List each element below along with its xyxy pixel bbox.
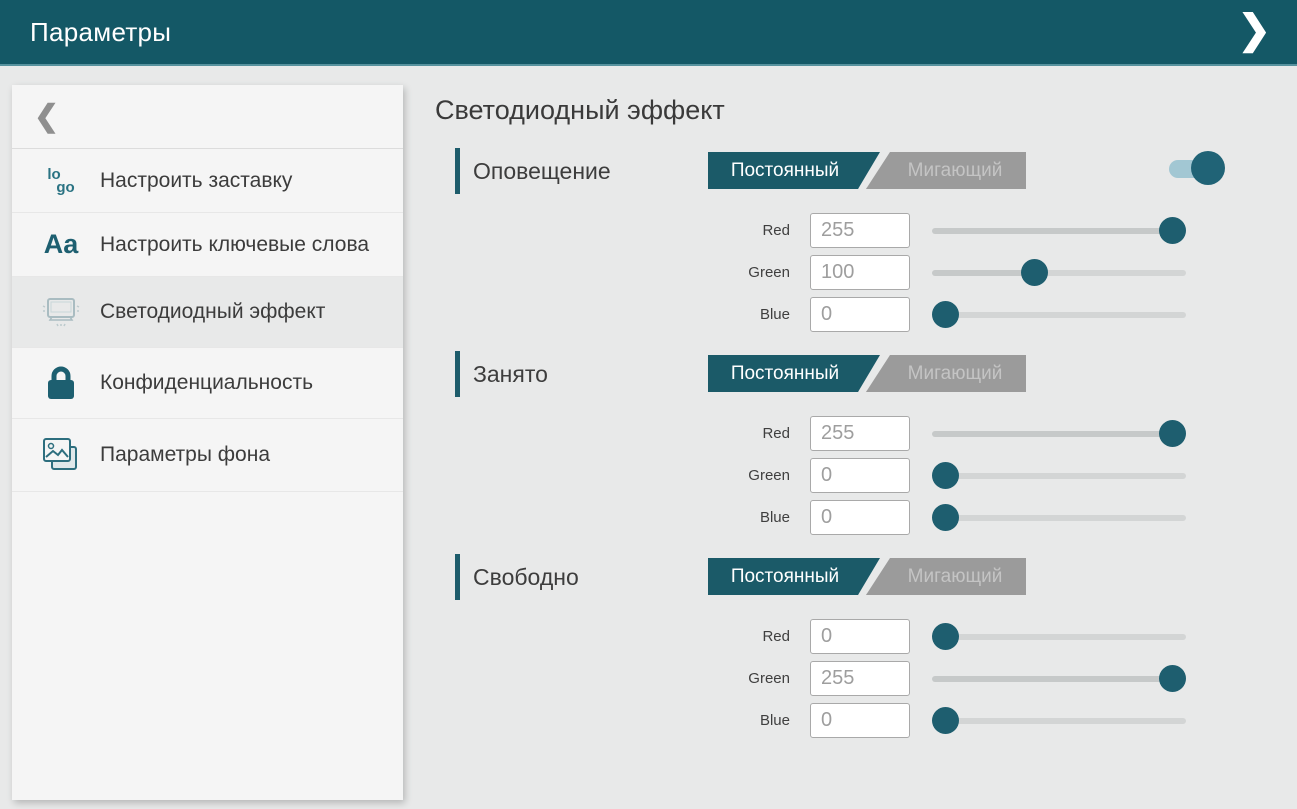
slider-knob[interactable] bbox=[1159, 217, 1186, 244]
slider-knob[interactable] bbox=[1021, 259, 1048, 286]
blue-row: Blue bbox=[435, 500, 1297, 535]
led-monitor-icon bbox=[38, 293, 84, 331]
red-label: Red bbox=[435, 222, 790, 239]
slider-track bbox=[932, 718, 1186, 724]
mode-blinking-button[interactable]: Мигающий bbox=[866, 558, 1026, 595]
green-slider[interactable] bbox=[932, 661, 1186, 696]
blue-label: Blue bbox=[435, 712, 790, 729]
sidebar-back-button[interactable]: ❮ bbox=[12, 85, 403, 149]
mode-blinking-button[interactable]: Мигающий bbox=[866, 355, 1026, 392]
section-label: Занято bbox=[473, 361, 548, 388]
blue-label: Blue bbox=[435, 306, 790, 323]
slider-knob[interactable] bbox=[932, 462, 959, 489]
blue-slider[interactable] bbox=[932, 703, 1186, 738]
slider-track bbox=[932, 515, 1186, 521]
mode-constant-button[interactable]: Постоянный bbox=[708, 152, 880, 189]
sidebar-item-keywords[interactable]: Aa Настроить ключевые слова bbox=[12, 213, 403, 277]
slider-track bbox=[932, 634, 1186, 640]
red-slider[interactable] bbox=[932, 619, 1186, 654]
slider-track bbox=[932, 473, 1186, 479]
red-input[interactable] bbox=[810, 619, 910, 654]
app-header: Параметры ❯ bbox=[0, 0, 1297, 66]
green-slider[interactable] bbox=[932, 458, 1186, 493]
sidebar-item-label: Настроить ключевые слова bbox=[100, 232, 369, 258]
green-input[interactable] bbox=[810, 458, 910, 493]
slider-knob[interactable] bbox=[932, 707, 959, 734]
sidebar-item-led-effect[interactable]: Светодиодный эффект bbox=[12, 277, 403, 348]
green-input[interactable] bbox=[810, 255, 910, 290]
sidebar: ❮ logo Настроить заставку Aa Настроить к… bbox=[12, 85, 403, 800]
section-accent-bar bbox=[455, 148, 460, 194]
red-row: Red bbox=[435, 619, 1297, 654]
slider-knob[interactable] bbox=[932, 504, 959, 531]
blue-input[interactable] bbox=[810, 500, 910, 535]
green-row: Green bbox=[435, 255, 1297, 290]
section-accent-bar bbox=[455, 554, 460, 600]
mode-toggle: Постоянный Мигающий bbox=[708, 558, 1026, 595]
mode-blinking-button[interactable]: Мигающий bbox=[866, 152, 1026, 189]
blue-input[interactable] bbox=[810, 703, 910, 738]
sidebar-item-label: Конфиденциальность bbox=[100, 370, 313, 396]
section-accent-bar bbox=[455, 351, 460, 397]
slider-track bbox=[932, 270, 1186, 276]
mode-toggle: Постоянный Мигающий bbox=[708, 152, 1026, 189]
slider-knob[interactable] bbox=[932, 623, 959, 650]
lock-icon bbox=[38, 364, 84, 402]
green-row: Green bbox=[435, 661, 1297, 696]
blue-input[interactable] bbox=[810, 297, 910, 332]
red-slider[interactable] bbox=[932, 213, 1186, 248]
notification-switch[interactable] bbox=[1169, 151, 1225, 186]
blue-slider[interactable] bbox=[932, 297, 1186, 332]
section-label: Оповещение bbox=[473, 158, 611, 185]
red-label: Red bbox=[435, 628, 790, 645]
slider-knob[interactable] bbox=[932, 301, 959, 328]
blue-row: Blue bbox=[435, 297, 1297, 332]
slider-track bbox=[932, 312, 1186, 318]
green-input[interactable] bbox=[810, 661, 910, 696]
slider-track bbox=[932, 676, 1186, 682]
mode-constant-button[interactable]: Постоянный bbox=[708, 355, 880, 392]
slider-track bbox=[932, 431, 1186, 437]
content-title: Светодиодный эффект bbox=[435, 95, 1297, 133]
page-title: Параметры bbox=[30, 17, 171, 48]
sidebar-item-label: Настроить заставку bbox=[100, 168, 292, 194]
section-notification: Оповещение Постоянный Мигающий Red Green bbox=[435, 148, 1297, 332]
switch-knob bbox=[1191, 151, 1225, 185]
blue-slider[interactable] bbox=[932, 500, 1186, 535]
sidebar-item-background[interactable]: Параметры фона bbox=[12, 419, 403, 492]
slider-knob[interactable] bbox=[1159, 420, 1186, 447]
red-slider[interactable] bbox=[932, 416, 1186, 451]
section-busy: Занято Постоянный Мигающий Red Green bbox=[435, 351, 1297, 535]
slider-track bbox=[932, 228, 1186, 234]
sidebar-item-label: Параметры фона bbox=[100, 442, 270, 468]
mode-toggle: Постоянный Мигающий bbox=[708, 355, 1026, 392]
section-label: Свободно bbox=[473, 564, 579, 591]
forward-chevron-icon[interactable]: ❯ bbox=[1237, 10, 1271, 54]
back-chevron-icon: ❮ bbox=[34, 99, 59, 134]
main-content: Светодиодный эффект Оповещение Постоянны… bbox=[435, 95, 1297, 738]
section-free: Свободно Постоянный Мигающий Red Green bbox=[435, 554, 1297, 738]
background-images-icon bbox=[38, 435, 84, 475]
sidebar-item-label: Светодиодный эффект bbox=[100, 299, 325, 325]
red-label: Red bbox=[435, 425, 790, 442]
red-input[interactable] bbox=[810, 213, 910, 248]
green-row: Green bbox=[435, 458, 1297, 493]
sidebar-item-privacy[interactable]: Конфиденциальность bbox=[12, 348, 403, 419]
sidebar-item-splash-screen[interactable]: logo Настроить заставку bbox=[12, 149, 403, 213]
red-row: Red bbox=[435, 213, 1297, 248]
slider-knob[interactable] bbox=[1159, 665, 1186, 692]
logo-icon: logo bbox=[38, 168, 84, 194]
blue-label: Blue bbox=[435, 509, 790, 526]
mode-constant-button[interactable]: Постоянный bbox=[708, 558, 880, 595]
green-label: Green bbox=[435, 670, 790, 687]
red-input[interactable] bbox=[810, 416, 910, 451]
green-slider[interactable] bbox=[932, 255, 1186, 290]
blue-row: Blue bbox=[435, 703, 1297, 738]
red-row: Red bbox=[435, 416, 1297, 451]
keywords-icon: Aa bbox=[38, 229, 84, 260]
green-label: Green bbox=[435, 467, 790, 484]
green-label: Green bbox=[435, 264, 790, 281]
